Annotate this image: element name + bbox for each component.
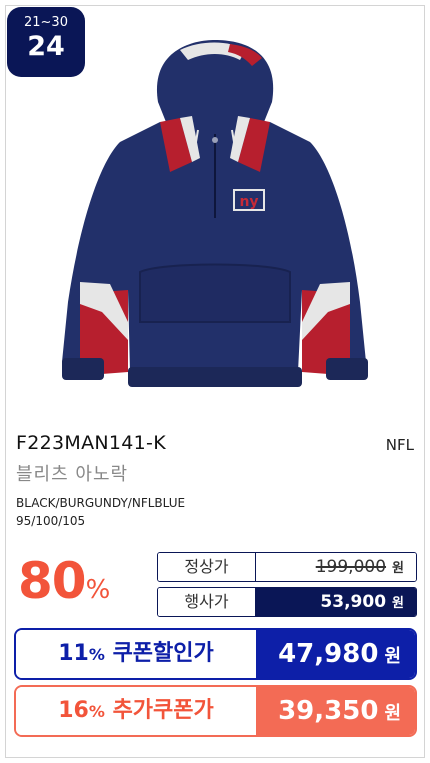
normal-price-currency: 원 [392, 561, 404, 576]
sale-price-row: 행사가 53,900 원 [157, 587, 417, 617]
product-name[interactable]: 블리츠 아노락 [16, 460, 128, 486]
product-code[interactable]: F223MAN141-K [16, 432, 166, 454]
brand-name[interactable]: NFL [386, 436, 414, 454]
discount-rate: 80% [18, 552, 158, 622]
discount-sign: % [85, 575, 111, 605]
discount-percent: 80 [18, 552, 87, 610]
extra-price-currency: 원 [384, 703, 401, 724]
coupon-price-value: 47,980 원 [256, 630, 415, 678]
extra-price-amount: 39,350 [278, 696, 379, 726]
coupon-price-label: 11% 쿠폰할인가 [16, 630, 256, 678]
normal-price-value: 199,000 원 [256, 553, 416, 581]
coupon-price-amount: 47,980 [278, 639, 379, 669]
team-logo: ny [239, 194, 258, 210]
product-image[interactable]: ny [40, 22, 390, 394]
sale-price-value: 53,900 원 [256, 588, 416, 616]
coupon-price-row[interactable]: 11% 쿠폰할인가 47,980 원 [14, 628, 417, 680]
extra-coupon-row[interactable]: 16% 추가쿠폰가 39,350 원 [14, 685, 417, 737]
extra-pct-sign: % [88, 702, 105, 721]
extra-label-text: 추가쿠폰가 [112, 698, 214, 723]
sale-price-label: 행사가 [158, 588, 256, 616]
coupon-pct-sign: % [88, 645, 105, 664]
sale-price-currency: 원 [392, 596, 404, 611]
extra-coupon-label: 16% 추가쿠폰가 [16, 687, 256, 735]
coupon-percent: 11 [58, 641, 89, 666]
coupon-label-text: 쿠폰할인가 [112, 641, 214, 666]
product-sizes: 95/100/105 [16, 514, 86, 528]
product-colors: BLACK/BURGUNDY/NFLBLUE [16, 496, 186, 510]
extra-coupon-value: 39,350 원 [256, 687, 415, 735]
normal-price-amount: 199,000 [315, 557, 387, 577]
coupon-price-currency: 원 [384, 646, 401, 667]
normal-price-row: 정상가 199,000 원 [157, 552, 417, 582]
sale-price-amount: 53,900 [320, 592, 387, 612]
normal-price-label: 정상가 [158, 553, 256, 581]
extra-percent: 16 [58, 698, 89, 723]
